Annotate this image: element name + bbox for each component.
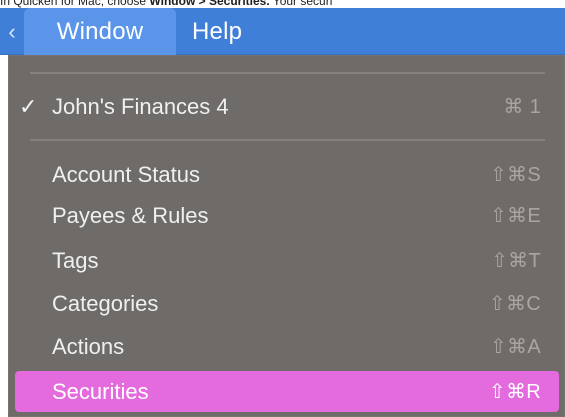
menu-item-shortcut: ⇧⌘E xyxy=(490,204,541,227)
checkmark-icon: ✓ xyxy=(19,93,38,119)
menu-item-securities[interactable]: Securities ⇧⌘R xyxy=(15,371,559,412)
menu-item-shortcut: ⇧⌘T xyxy=(491,249,541,272)
caption-line: In Quicken for Mac, choose Window > Secu… xyxy=(0,0,565,8)
chevron-left-icon: ‹ xyxy=(8,18,16,44)
caption-prefix: In Quicken for Mac, choose xyxy=(0,0,150,8)
window-menu-dropdown: ✓ John's Finances 4 ⌘ 1 Account Status ⇧… xyxy=(8,55,565,417)
caption-suffix: Your securi xyxy=(269,0,333,8)
menu-item-shortcut: ⌘ 1 xyxy=(503,95,541,118)
menu-item-label: Categories xyxy=(52,290,159,316)
menu-item-actions[interactable]: Actions ⇧⌘A xyxy=(8,326,565,367)
screenshot-root: In Quicken for Mac, choose Window > Secu… xyxy=(0,0,565,417)
menu-separator-top xyxy=(30,72,545,74)
menu-item-label: Securities xyxy=(52,378,149,404)
menu-item-payees-rules[interactable]: Payees & Rules ⇧⌘E xyxy=(8,195,565,236)
menu-item-shortcut: ⇧⌘S xyxy=(490,163,541,186)
menu-item-label: Tags xyxy=(52,247,99,273)
caption-bold-path: Window > Securities. xyxy=(149,0,270,8)
menu-item-categories[interactable]: Categories ⇧⌘C xyxy=(8,283,565,324)
menu-item-label: John's Finances 4 xyxy=(52,93,229,119)
menu-item-tags[interactable]: Tags ⇧⌘T xyxy=(8,240,565,281)
menu-item-label: Payees & Rules xyxy=(52,202,209,228)
menubar: ‹ Window Help xyxy=(0,8,565,55)
menu-item-shortcut: ⇧⌘R xyxy=(488,380,541,403)
menu-window[interactable]: Window xyxy=(24,8,176,55)
menu-help[interactable]: Help xyxy=(192,8,272,55)
menu-item-label: Actions xyxy=(52,333,125,359)
menu-item-label: Account Status xyxy=(52,161,200,187)
menu-separator-middle xyxy=(30,139,545,141)
menu-item-shortcut: ⇧⌘C xyxy=(488,292,541,315)
menu-item-account-status[interactable]: Account Status ⇧⌘S xyxy=(8,154,565,195)
menu-item-johns-finances-4[interactable]: ✓ John's Finances 4 ⌘ 1 xyxy=(8,86,565,127)
menu-item-shortcut: ⇧⌘A xyxy=(490,335,541,358)
